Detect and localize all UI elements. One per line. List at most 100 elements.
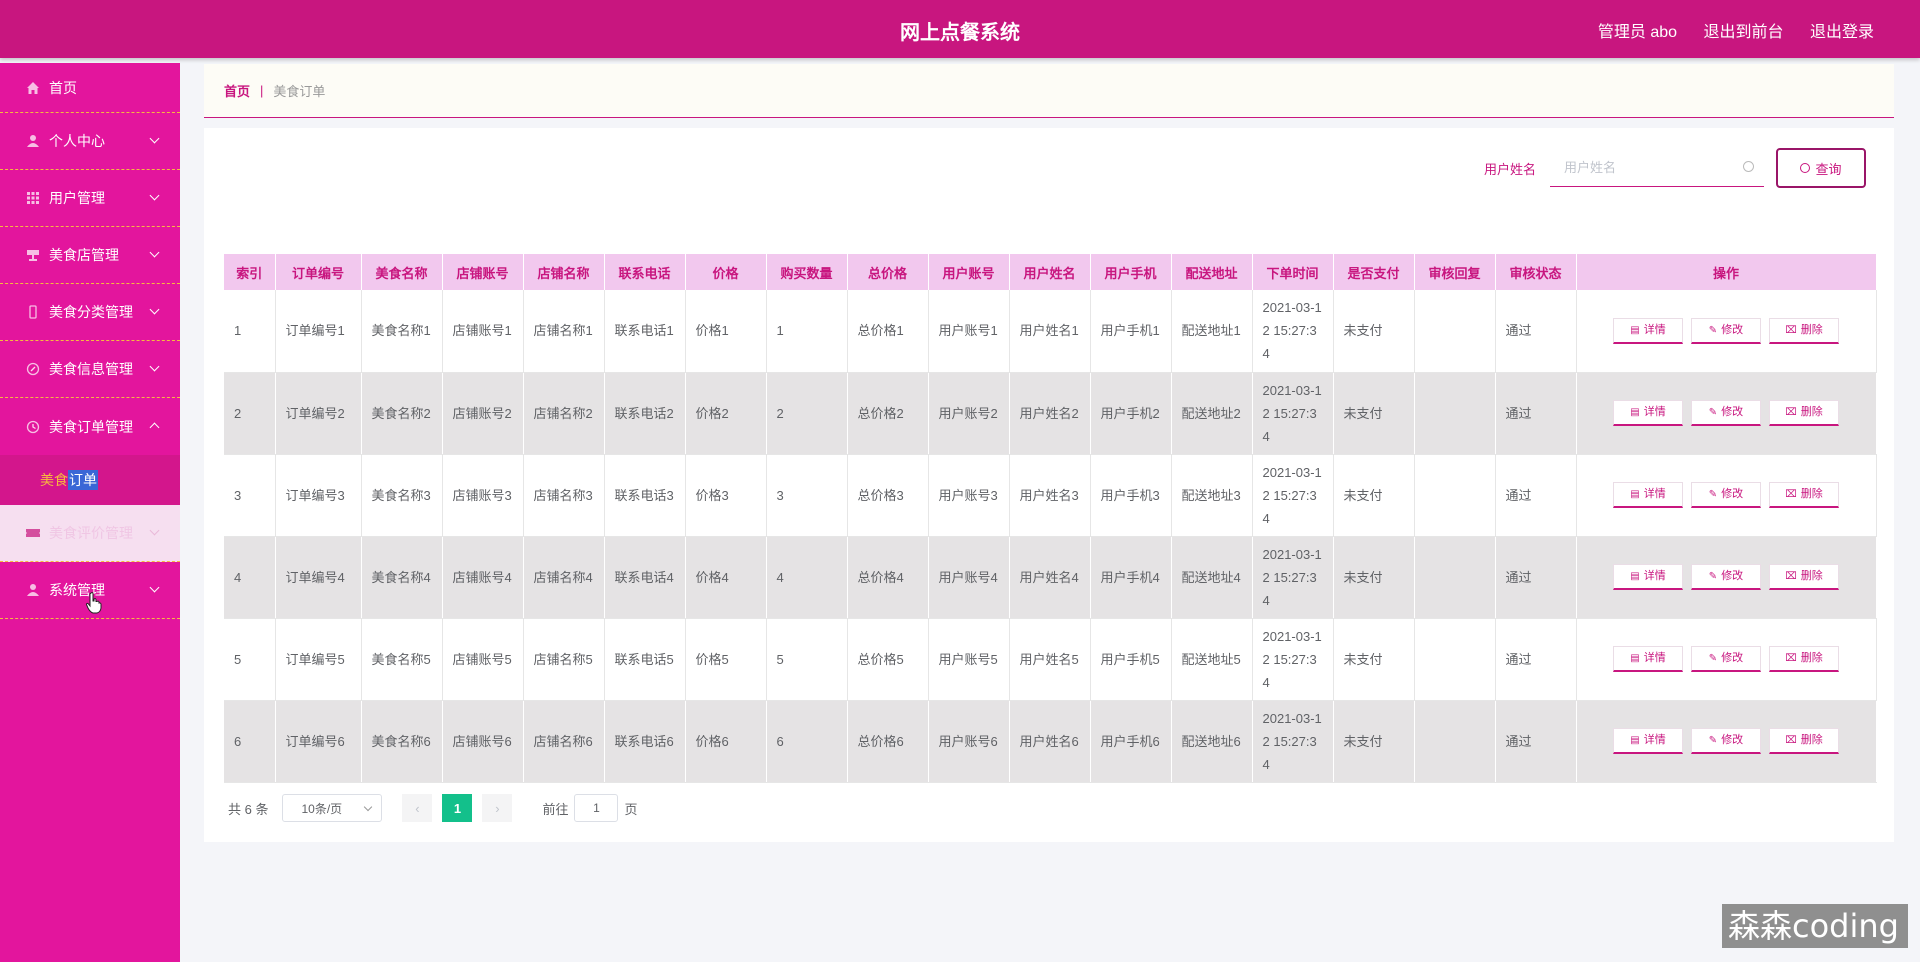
sidebar-item-user-management[interactable]: 用户管理 xyxy=(0,170,180,227)
edit-button[interactable]: ✎ 修改 xyxy=(1691,317,1761,344)
column-header: 购买数量 xyxy=(766,254,848,290)
table-cell: 用户账号5 xyxy=(928,618,1010,701)
sidebar-item-food-info-management[interactable]: 美食信息管理 xyxy=(0,341,180,398)
table-cell: 6 xyxy=(224,700,276,783)
detail-button[interactable]: ▤ 详情 xyxy=(1613,728,1683,754)
column-header: 审核状态 xyxy=(1495,254,1577,290)
table-cell xyxy=(1414,618,1496,701)
action-label: 详情 xyxy=(1643,652,1666,664)
detail-button[interactable]: ▤ 详情 xyxy=(1613,646,1683,672)
delete-button[interactable]: ⌧ 删除 xyxy=(1769,728,1839,754)
chevron-down-icon xyxy=(149,582,160,593)
page-number-button[interactable]: 1 xyxy=(442,794,473,822)
table-cell: 6 xyxy=(766,700,848,783)
detail-button[interactable]: ▤ 详情 xyxy=(1613,400,1683,426)
table-cell: 订单编号4 xyxy=(275,536,362,619)
table-cell: 1 xyxy=(766,290,848,373)
sidebar-item-review-management[interactable]: 美食评价管理 xyxy=(0,505,180,562)
table-cell: 配送地址1 xyxy=(1171,290,1253,373)
submenu-food-orders[interactable]: 美食 订单 xyxy=(0,455,180,505)
sidebar-item-store-management[interactable]: 美食店管理 xyxy=(0,227,180,284)
column-header: 用户账号 xyxy=(928,254,1010,290)
sidebar-item-label: 用户管理 xyxy=(49,190,105,206)
table-cell: 用户手机3 xyxy=(1090,454,1172,537)
detail-button[interactable]: ▤ 详情 xyxy=(1613,482,1683,508)
edit-button[interactable]: ✎ 修改 xyxy=(1691,482,1761,508)
table-cell: 价格2 xyxy=(685,372,767,455)
column-header: 总价格 xyxy=(847,254,929,290)
table-cell: 未支付 xyxy=(1333,618,1415,701)
table-cell: 店铺名称3 xyxy=(523,454,605,537)
search-button[interactable]: 查询 xyxy=(1776,148,1866,188)
table-cell: 店铺名称1 xyxy=(523,290,605,373)
logout-link[interactable]: 退出登录 xyxy=(1810,24,1874,41)
table-cell: 店铺名称6 xyxy=(523,700,605,783)
edit-button[interactable]: ✎ 修改 xyxy=(1691,400,1761,426)
chevron-down-icon xyxy=(149,361,160,372)
table-cell: 2021-03-12 15:27:34 xyxy=(1252,372,1334,455)
table-cell: 通过 xyxy=(1495,536,1577,619)
sidebar-item-label: 美食分类管理 xyxy=(49,304,133,320)
action-label: 修改 xyxy=(1721,734,1744,746)
table-cell: 店铺账号4 xyxy=(442,536,524,619)
edit-button[interactable]: ✎ 修改 xyxy=(1691,646,1761,672)
table-cell: 配送地址2 xyxy=(1171,372,1253,455)
actions-cell: ▤ 详情 ✎ 修改 ⌧ 删除 xyxy=(1576,290,1877,373)
table-cell: 价格6 xyxy=(685,700,767,783)
user-icon xyxy=(24,581,42,599)
table-cell: 美食名称5 xyxy=(361,618,443,701)
trash-icon: ⌧ xyxy=(1785,571,1797,582)
sidebar-item-label: 美食店管理 xyxy=(49,247,119,263)
trash-icon: ⌧ xyxy=(1785,324,1797,336)
delete-button[interactable]: ⌧ 删除 xyxy=(1769,317,1839,344)
prev-page-button[interactable]: ‹ xyxy=(402,794,433,822)
delete-button[interactable]: ⌧ 删除 xyxy=(1769,564,1839,590)
search-icon xyxy=(1743,161,1754,172)
chevron-down-icon xyxy=(149,304,160,315)
table-cell: 2021-03-12 15:27:34 xyxy=(1252,536,1334,619)
table-cell: 用户姓名2 xyxy=(1009,372,1091,455)
column-header: 是否支付 xyxy=(1333,254,1415,290)
column-header: 店铺名称 xyxy=(523,254,605,290)
chevron-down-icon xyxy=(364,802,373,812)
goto-page-input[interactable]: 1 xyxy=(574,794,619,822)
sidebar-item-order-management[interactable]: 美食订单管理 xyxy=(0,398,180,455)
search-input[interactable] xyxy=(1550,149,1764,186)
delete-button[interactable]: ⌧ 删除 xyxy=(1769,400,1839,426)
page-size-select[interactable]: 10条/页 xyxy=(282,794,383,822)
next-page-button[interactable]: › xyxy=(482,794,513,822)
column-header: 价格 xyxy=(685,254,767,290)
table-cell: 美食名称2 xyxy=(361,372,443,455)
column-header: 用户姓名 xyxy=(1009,254,1091,290)
table-cell: 用户姓名4 xyxy=(1009,536,1091,619)
pencil-icon: ✎ xyxy=(1708,735,1718,746)
page-size-value: 10条/页 xyxy=(301,801,343,816)
sidebar-item-personal-center[interactable]: 个人中心 xyxy=(0,113,180,170)
chevron-down-icon xyxy=(149,247,160,258)
edit-button[interactable]: ✎ 修改 xyxy=(1691,564,1761,590)
sidebar-item-label: 美食订单管理 xyxy=(49,418,133,435)
top-bar: 网上点餐系统 管理员 abo 退出到前台 退出登录 xyxy=(0,0,1920,58)
table-cell: 用户账号6 xyxy=(928,700,1010,783)
detail-button[interactable]: ▤ 详情 xyxy=(1613,564,1683,590)
edit-button[interactable]: ✎ 修改 xyxy=(1691,728,1761,754)
sidebar-item-category-management[interactable]: 美食分类管理 xyxy=(0,284,180,341)
sidebar-item-home[interactable]: 首页 xyxy=(0,63,180,113)
delete-button[interactable]: ⌧ 删除 xyxy=(1769,646,1839,672)
delete-button[interactable]: ⌧ 删除 xyxy=(1769,482,1839,508)
exit-to-front-link[interactable]: 退出到前台 xyxy=(1704,24,1784,41)
search-row: 用户姓名 查询 xyxy=(1484,148,1866,188)
table-cell: 总价格6 xyxy=(847,700,929,783)
breadcrumb-home[interactable]: 首页 xyxy=(224,81,250,100)
breadcrumb: 首页 | 美食订单 xyxy=(204,64,1894,118)
table-row: 1 订单编号1 美食名称1 店铺账号1 店铺名称1 联系电话1 价格1 1 总价格1 用户账号1 用… xyxy=(224,290,1877,373)
detail-button[interactable]: ▤ 详情 xyxy=(1613,317,1683,344)
table-cell: 用户账号3 xyxy=(928,454,1010,537)
table-cell: 用户手机4 xyxy=(1090,536,1172,619)
action-label: 删除 xyxy=(1800,488,1823,500)
table-cell: 配送地址4 xyxy=(1171,536,1253,619)
pencil-icon: ✎ xyxy=(1708,571,1718,582)
table-cell: 总价格2 xyxy=(847,372,929,455)
table-cell: 美食名称4 xyxy=(361,536,443,619)
column-header: 下单时间 xyxy=(1252,254,1334,290)
